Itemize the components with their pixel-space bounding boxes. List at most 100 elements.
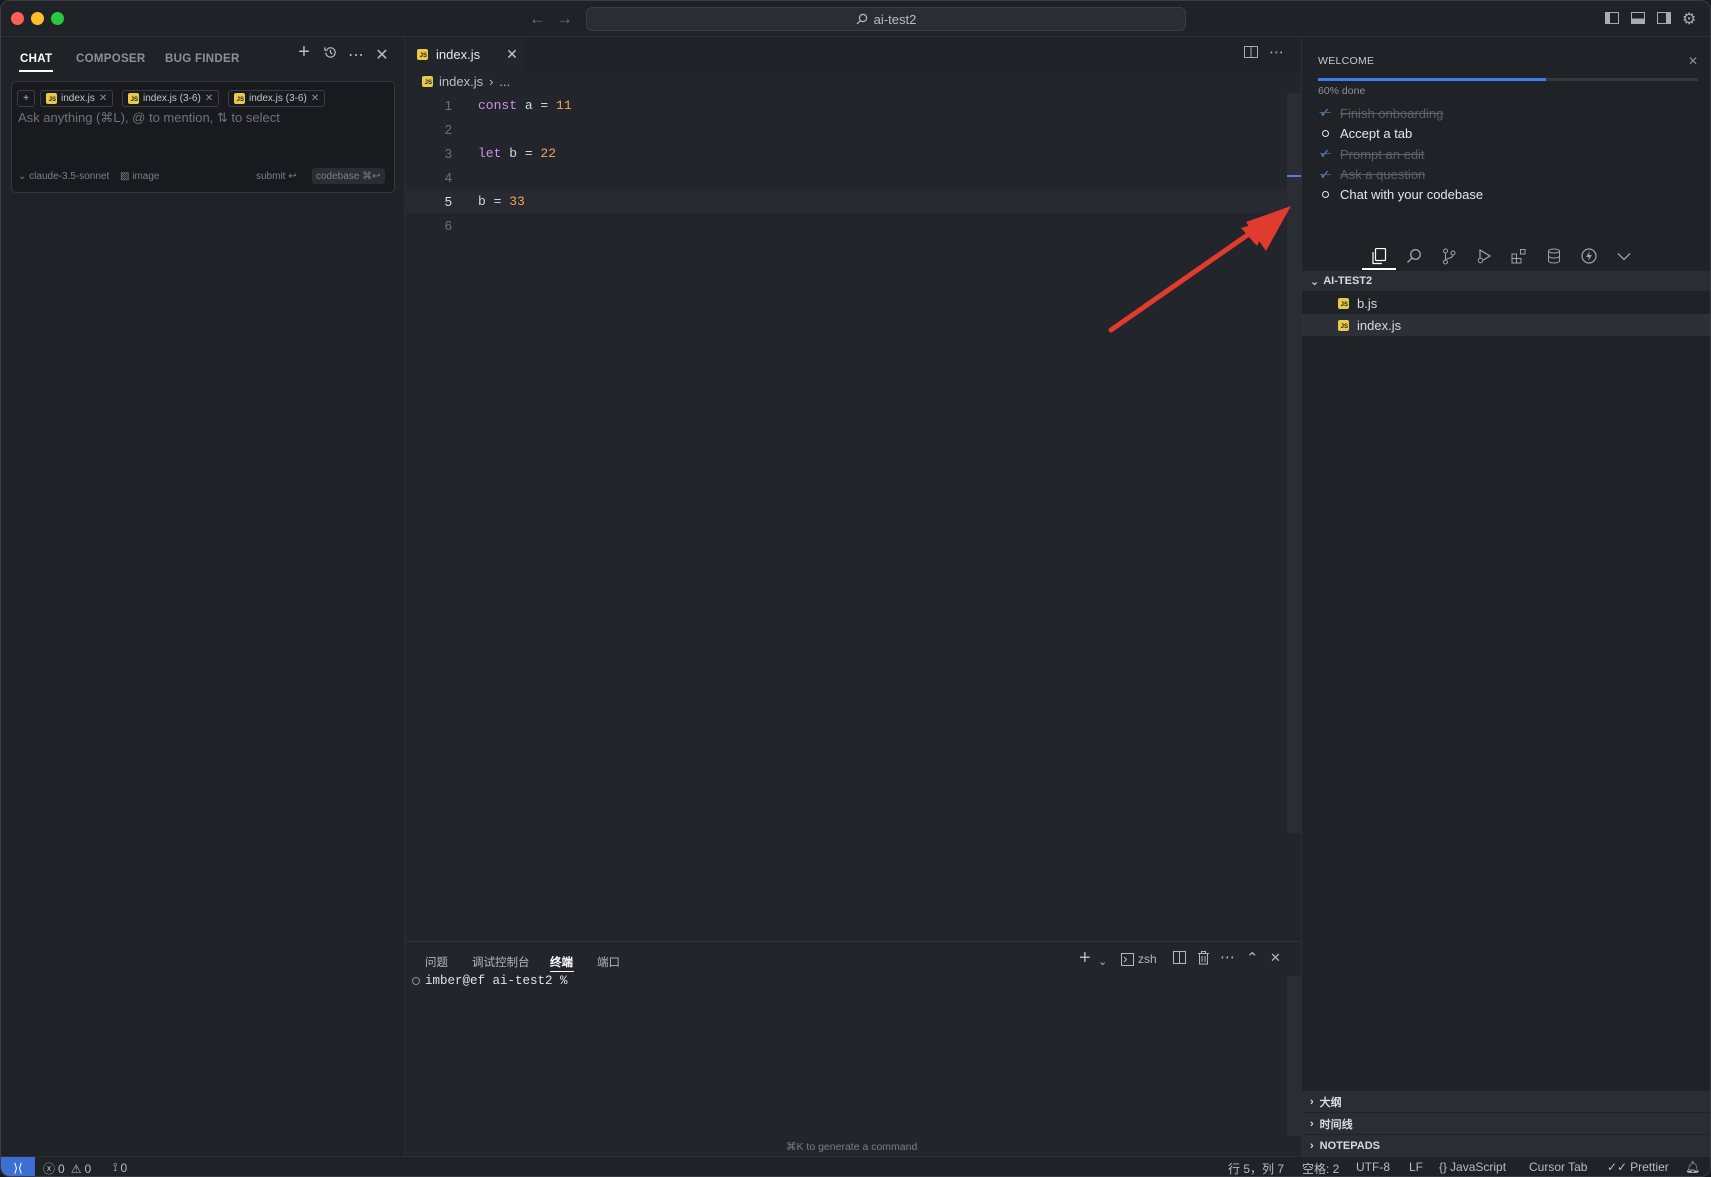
new-chat-plus-icon[interactable]: + (294, 41, 314, 64)
code-line[interactable]: 2 (406, 117, 1286, 141)
encoding[interactable]: UTF-8 (1356, 1160, 1390, 1174)
split-terminal-icon[interactable] (1173, 951, 1186, 968)
command-center-search[interactable]: ai-test2 (586, 7, 1186, 31)
language-mode[interactable]: {} JavaScript (1439, 1160, 1506, 1174)
close-tab-icon[interactable]: ✕ (506, 46, 518, 63)
problems-indicator[interactable]: ⓧ 0 ⚠ 0 (43, 1160, 91, 1177)
welcome-close-icon[interactable]: ✕ (1688, 54, 1698, 68)
maximize-panel-chevron-up-icon[interactable]: ⌃ (1246, 949, 1259, 967)
code-text: let b = 22 (478, 146, 556, 161)
checklist-item[interactable]: Accept a tab (1318, 126, 1412, 141)
breadcrumb-symbols[interactable]: ... (499, 74, 510, 89)
tab-bug-finder[interactable]: BUG FINDER (165, 53, 240, 65)
double-check-icon: ✓✓ (1607, 1160, 1628, 1174)
toggle-primary-sidebar-icon[interactable] (1604, 10, 1620, 26)
indentation[interactable]: 空格: 2 (1302, 1160, 1339, 1176)
section-notepads[interactable]: › NOTEPADS (1302, 1135, 1710, 1156)
language-label: JavaScript (1450, 1160, 1507, 1174)
checklist-item[interactable]: ✓ Finish onboarding (1318, 105, 1444, 121)
cursor-position[interactable]: 行 5，列 7 (1228, 1160, 1284, 1176)
more-options-icon[interactable]: ⋯ (346, 45, 366, 65)
context-chip[interactable]: JS index.js ✕ (40, 90, 114, 107)
terminal-scrollbar[interactable] (1287, 976, 1301, 1136)
editor-more-icon[interactable]: ⋯ (1269, 43, 1284, 61)
error-count: 0 (58, 1161, 65, 1176)
submit-button[interactable]: submit ↩ (256, 171, 297, 182)
model-selector[interactable]: ⌄ claude-3.5-sonnet (18, 171, 109, 182)
remove-chip-icon[interactable]: ✕ (99, 93, 107, 104)
context-chip[interactable]: JS index.js (3-6) ✕ (228, 90, 326, 107)
remote-indicator-icon[interactable]: ⟩⟨ (1, 1157, 35, 1176)
end-of-line[interactable]: LF (1409, 1160, 1423, 1174)
close-panel-icon[interactable]: ✕ (372, 45, 392, 65)
ports-indicator[interactable]: ⟟ 0 (113, 1160, 127, 1175)
code-line[interactable]: 4 (406, 165, 1286, 189)
settings-gear-icon[interactable]: ⚙ (1682, 9, 1698, 28)
bottom-panel: 问题 调试控制台 终端 端口 + ⌄ zsh ⋯ ⌃ ✕ imber@ef ai… (406, 941, 1301, 1156)
code-token: = (524, 145, 533, 161)
file-item-index-js[interactable]: JS index.js (1302, 314, 1710, 336)
context-chip-label: index.js (3-6) (249, 93, 307, 104)
database-icon[interactable] (1541, 243, 1567, 269)
tab-composer[interactable]: COMPOSER (76, 53, 146, 65)
js-file-icon: JS (1338, 319, 1349, 331)
window-maximize-button[interactable] (51, 12, 64, 25)
notifications-bell-icon[interactable]: 🔔︎ (1685, 1160, 1700, 1174)
window-close-button[interactable] (11, 12, 24, 25)
run-debug-icon[interactable] (1471, 243, 1497, 269)
shell-label: zsh (1138, 952, 1157, 966)
warning-count: 0 (84, 1161, 92, 1176)
image-button[interactable]: ▨ image (120, 171, 159, 182)
tab-chat[interactable]: CHAT (20, 53, 52, 65)
context-chip[interactable]: JS index.js (3-6) ✕ (122, 90, 220, 107)
new-terminal-plus-icon[interactable]: + (1079, 947, 1091, 970)
forward-arrow-icon[interactable]: → (556, 9, 573, 29)
close-panel-icon[interactable]: ✕ (1270, 950, 1281, 966)
tab-problems[interactable]: 问题 (425, 954, 448, 970)
tab-debug-console[interactable]: 调试控制台 (472, 954, 530, 970)
more-views-chevron-down-icon[interactable] (1611, 243, 1637, 269)
code-area[interactable]: 1 const a = 11 2 3 let b = 22 4 5 b = 33 6 (406, 93, 1286, 833)
toggle-panel-icon[interactable] (1630, 10, 1646, 26)
source-control-icon[interactable] (1436, 243, 1462, 269)
remove-chip-icon[interactable]: ✕ (205, 93, 213, 104)
split-editor-icon[interactable] (1244, 45, 1258, 63)
chat-input-box[interactable]: + JS index.js ✕ JS index.js (3-6) ✕ JS i… (11, 81, 395, 193)
file-item-b-js[interactable]: JS b.js (1302, 292, 1710, 314)
image-label: image (132, 171, 160, 182)
chat-input-placeholder[interactable]: Ask anything (⌘L), @ to mention, ⇅ to se… (18, 110, 280, 126)
prettier-status[interactable]: ✓✓ Prettier (1607, 1160, 1669, 1174)
toggle-secondary-sidebar-icon[interactable] (1656, 10, 1672, 26)
code-line[interactable]: 1 const a = 11 (406, 93, 1286, 117)
extensions-icon[interactable] (1506, 243, 1532, 269)
lightning-icon[interactable] (1576, 243, 1602, 269)
editor-scrollbar[interactable] (1287, 93, 1301, 833)
section-timeline[interactable]: › 时间线 (1302, 1113, 1710, 1134)
code-line[interactable]: 3 let b = 22 (406, 141, 1286, 165)
checklist-item[interactable]: Chat with your codebase (1318, 187, 1483, 202)
terminal-dropdown-chevron-icon[interactable]: ⌄ (1098, 955, 1107, 968)
explorer-files-icon[interactable] (1366, 243, 1392, 269)
editor-tab-index-js[interactable]: JS index.js ✕ (406, 37, 524, 71)
history-icon[interactable] (320, 45, 340, 65)
terminal-shell-selector[interactable]: zsh (1121, 952, 1157, 966)
checklist-item[interactable]: ✓ Prompt an edit (1318, 146, 1425, 162)
explorer-folder-header[interactable]: ⌄ AI-TEST2 (1302, 271, 1710, 291)
trash-icon[interactable] (1197, 951, 1210, 969)
panel-more-icon[interactable]: ⋯ (1220, 948, 1235, 966)
back-arrow-icon[interactable]: ← (529, 9, 546, 29)
window-minimize-button[interactable] (31, 12, 44, 25)
codebase-button[interactable]: codebase ⌘↩ (312, 168, 385, 184)
cursor-tab-status[interactable]: Cursor Tab (1529, 1160, 1587, 1174)
section-outline[interactable]: › 大纲 (1302, 1091, 1710, 1112)
terminal-prompt-line[interactable]: imber@ef ai-test2 % (412, 974, 568, 988)
checklist-item[interactable]: ✓ Ask a question (1318, 167, 1426, 183)
add-context-button[interactable]: + (17, 90, 35, 107)
file-name: b.js (1357, 295, 1378, 311)
tab-ports[interactable]: 端口 (597, 954, 620, 970)
search-icon[interactable] (1401, 243, 1427, 269)
remove-chip-icon[interactable]: ✕ (311, 93, 319, 104)
chevron-down-icon: ⌄ (1310, 275, 1320, 288)
tab-terminal[interactable]: 终端 (550, 954, 573, 970)
breadcrumb-file[interactable]: index.js (439, 74, 483, 89)
